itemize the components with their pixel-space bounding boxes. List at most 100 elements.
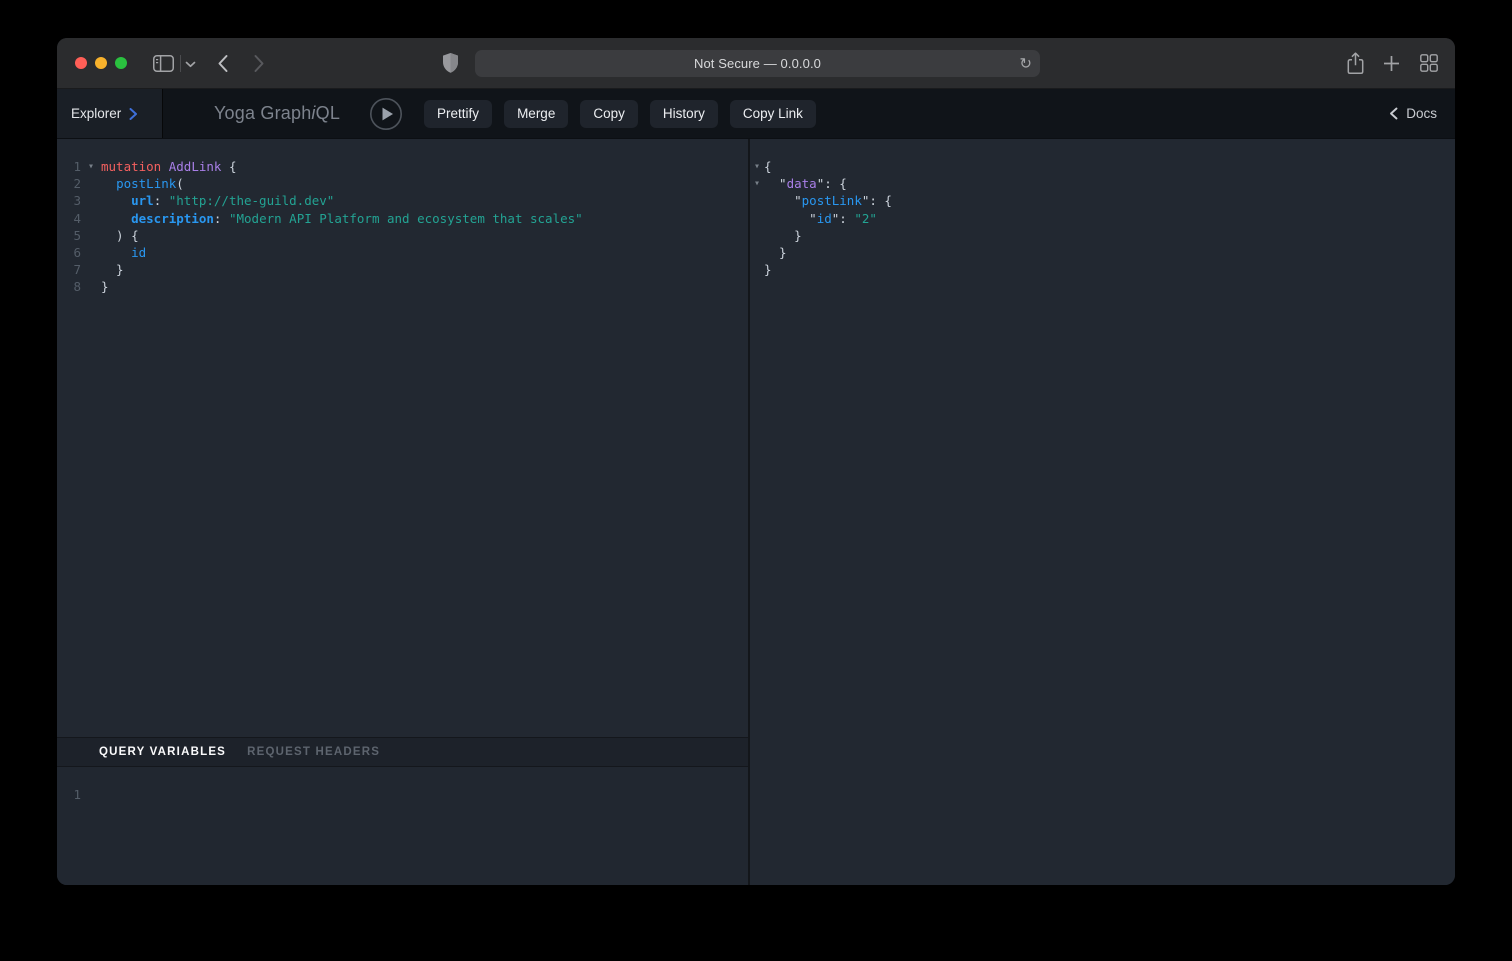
fold-spacer xyxy=(750,261,764,278)
code-token: description xyxy=(131,211,214,226)
graphiql-toolbar: Explorer Yoga GraphiQL Prettify Merge Co… xyxy=(57,89,1455,139)
code-token xyxy=(101,245,131,260)
back-button-icon[interactable] xyxy=(217,54,229,73)
code-text: { xyxy=(764,158,772,175)
explorer-label: Explorer xyxy=(71,106,121,121)
yoga-graphiql-logo: Yoga GraphiQL xyxy=(214,103,340,124)
fold-arrow-icon[interactable]: ▾ xyxy=(750,175,764,192)
play-icon xyxy=(369,97,403,131)
line-number: 7 xyxy=(57,261,81,278)
traffic-lights xyxy=(75,57,127,69)
tab-request-headers[interactable]: REQUEST HEADERS xyxy=(247,746,380,758)
code-token: } xyxy=(101,279,109,294)
code-text: "id": "2" xyxy=(764,210,877,227)
line-number: 1 xyxy=(57,158,81,175)
tab-overview-grid-icon[interactable] xyxy=(1420,54,1438,72)
query-variables-editor[interactable]: 1 xyxy=(57,767,748,885)
code-token xyxy=(101,193,131,208)
code-text: "data": { xyxy=(764,175,847,192)
docs-toggle[interactable]: Docs xyxy=(1389,106,1437,121)
line-number: 8 xyxy=(57,278,81,295)
line-number: 5 xyxy=(57,227,81,244)
chevron-down-icon[interactable] xyxy=(185,61,196,68)
code-text: } xyxy=(101,261,124,278)
fold-spacer xyxy=(81,192,101,209)
code-token: } xyxy=(764,262,772,277)
code-line: 1 xyxy=(57,786,748,803)
fold-spacer xyxy=(750,210,764,227)
code-token: " xyxy=(764,176,787,191)
explorer-panel-header[interactable]: Explorer xyxy=(57,89,163,138)
code-token: AddLink xyxy=(169,159,222,174)
toolbar-buttons: Prettify Merge Copy History Copy Link xyxy=(424,100,816,128)
code-token: "http://the-guild.dev" xyxy=(169,193,335,208)
sidebar-toggle-icon[interactable] xyxy=(153,55,174,72)
code-line: 2 postLink( xyxy=(57,175,748,192)
fold-spacer xyxy=(81,261,101,278)
tab-query-variables[interactable]: QUERY VARIABLES xyxy=(99,746,226,758)
fold-spacer xyxy=(81,175,101,192)
code-token: "2" xyxy=(854,211,877,226)
query-pane: 1▾mutation AddLink {2 postLink(3 url: "h… xyxy=(57,139,748,885)
main-content: 1▾mutation AddLink {2 postLink(3 url: "h… xyxy=(57,139,1455,885)
code-token: postLink xyxy=(116,176,176,191)
fold-arrow-icon[interactable]: ▾ xyxy=(81,158,101,175)
code-line: ▾ "data": { xyxy=(750,175,1455,192)
code-token: } xyxy=(764,228,802,243)
code-token: } xyxy=(101,262,124,277)
share-icon[interactable] xyxy=(1346,52,1365,75)
code-token: " xyxy=(764,193,802,208)
reload-icon[interactable]: ↻ xyxy=(1019,56,1032,71)
query-editor-lines: 1▾mutation AddLink {2 postLink(3 url: "h… xyxy=(57,158,748,296)
new-tab-plus-icon[interactable] xyxy=(1383,55,1400,72)
code-text: id xyxy=(101,244,146,261)
copy-link-button[interactable]: Copy Link xyxy=(730,100,816,128)
minimize-window-button[interactable] xyxy=(95,57,107,69)
chevron-left-icon xyxy=(1389,107,1398,120)
code-line: } xyxy=(750,244,1455,261)
history-button[interactable]: History xyxy=(650,100,718,128)
code-token: : xyxy=(154,193,169,208)
line-number: 2 xyxy=(57,175,81,192)
fold-spacer xyxy=(81,210,101,227)
address-bar[interactable]: Not Secure — 0.0.0.0 ↻ xyxy=(475,50,1040,77)
code-text: url: "http://the-guild.dev" xyxy=(101,192,334,209)
code-token: data xyxy=(787,176,817,191)
fold-arrow-icon[interactable]: ▾ xyxy=(750,158,764,175)
result-lines: ▾{▾ "data": { "postLink": { "id": "2" } … xyxy=(750,158,1455,278)
code-token xyxy=(101,211,131,226)
code-token: id xyxy=(817,211,832,226)
copy-button[interactable]: Copy xyxy=(580,100,638,128)
privacy-shield-icon[interactable] xyxy=(442,52,459,74)
close-window-button[interactable] xyxy=(75,57,87,69)
code-token: } xyxy=(764,245,787,260)
fold-spacer xyxy=(81,244,101,261)
code-token: ( xyxy=(176,176,184,191)
fold-spacer xyxy=(81,278,101,295)
code-line: "id": "2" xyxy=(750,210,1455,227)
code-text: description: "Modern API Platform and ec… xyxy=(101,210,583,227)
code-token xyxy=(101,176,116,191)
execute-query-button[interactable] xyxy=(369,97,403,131)
result-viewer: ▾{▾ "data": { "postLink": { "id": "2" } … xyxy=(750,139,1455,885)
code-token: postLink xyxy=(802,193,862,208)
code-token: { xyxy=(764,159,772,174)
code-token: : xyxy=(214,211,229,226)
code-text: "postLink": { xyxy=(764,192,892,209)
code-line: "postLink": { xyxy=(750,192,1455,209)
fold-spacer xyxy=(81,227,101,244)
code-line: 5 ) { xyxy=(57,227,748,244)
code-token: { xyxy=(221,159,236,174)
docs-label: Docs xyxy=(1406,106,1437,121)
merge-button[interactable]: Merge xyxy=(504,100,568,128)
fold-spacer xyxy=(750,227,764,244)
prettify-button[interactable]: Prettify xyxy=(424,100,492,128)
forward-button-icon[interactable] xyxy=(253,54,265,73)
code-token: id xyxy=(131,245,146,260)
code-line: 4 description: "Modern API Platform and … xyxy=(57,210,748,227)
fullscreen-window-button[interactable] xyxy=(115,57,127,69)
code-token: mutation xyxy=(101,159,161,174)
query-editor[interactable]: 1▾mutation AddLink {2 postLink(3 url: "h… xyxy=(57,139,748,737)
code-token: ": { xyxy=(862,193,892,208)
browser-chrome: Not Secure — 0.0.0.0 ↻ xyxy=(57,38,1455,89)
